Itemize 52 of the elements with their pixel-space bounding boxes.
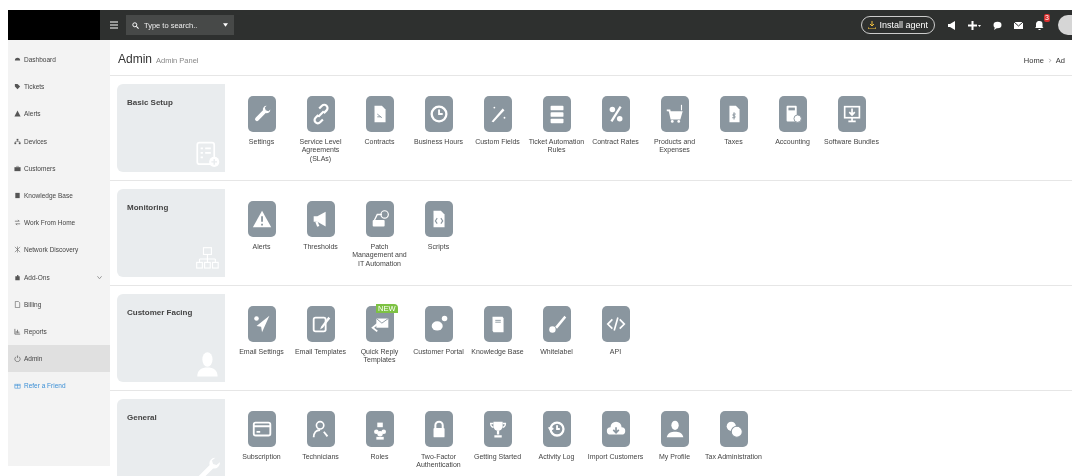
monitor-download-icon (837, 96, 866, 132)
calculator-icon (778, 96, 807, 132)
chat-bubble-icon[interactable] (993, 20, 1002, 30)
envelope-reply-icon (365, 306, 394, 342)
credit-card-icon (247, 411, 276, 447)
sitemap-icon (14, 137, 21, 145)
bell-icon[interactable] (1035, 20, 1044, 30)
menu-icon[interactable] (110, 21, 118, 29)
history-icon (542, 411, 571, 447)
bar-chart-icon (14, 327, 21, 335)
section-title: Basic Setup (127, 98, 173, 107)
link-icon (306, 96, 335, 132)
briefcase-icon (14, 164, 21, 172)
chevron-icon (97, 274, 102, 280)
server-icon (542, 96, 571, 132)
tag-icon (14, 83, 21, 91)
coins-icon (719, 411, 748, 447)
document-icon (365, 96, 394, 132)
percent-icon (601, 96, 630, 132)
page-title: Admin (118, 52, 152, 66)
wand-icon (483, 96, 512, 132)
power-icon (14, 355, 21, 363)
person-wrench-icon (306, 411, 335, 447)
edit-form-icon (306, 306, 335, 342)
megaphone-icon (306, 201, 335, 237)
section-title: General (127, 413, 157, 422)
gift-icon (14, 382, 21, 390)
megaphone-icon[interactable] (947, 20, 956, 30)
trophy-icon (483, 411, 512, 447)
code-icon (601, 306, 630, 342)
avatar[interactable] (1058, 15, 1072, 35)
brush-icon (542, 306, 571, 342)
download-icon (868, 21, 877, 29)
section-title: Monitoring (127, 203, 169, 212)
wrench-icon (247, 96, 276, 132)
cart-icon (660, 96, 689, 132)
add-menu-icon[interactable] (968, 20, 981, 30)
lock-icon (424, 411, 453, 447)
warning-icon (14, 110, 21, 118)
breadcrumb-separator-icon (1047, 58, 1052, 63)
person-icon (660, 411, 689, 447)
document-icon (14, 300, 21, 308)
tax-document-icon (719, 96, 748, 132)
envelope-icon[interactable] (1014, 20, 1023, 30)
paper-plane-icon (247, 306, 276, 342)
warning-icon (247, 201, 276, 237)
code-file-icon (424, 201, 453, 237)
cloud-download-icon (601, 411, 630, 447)
search-icon (132, 21, 139, 29)
caret-icon[interactable] (223, 23, 228, 27)
clock-icon (424, 96, 453, 132)
section-title: Customer Facing (127, 308, 193, 317)
